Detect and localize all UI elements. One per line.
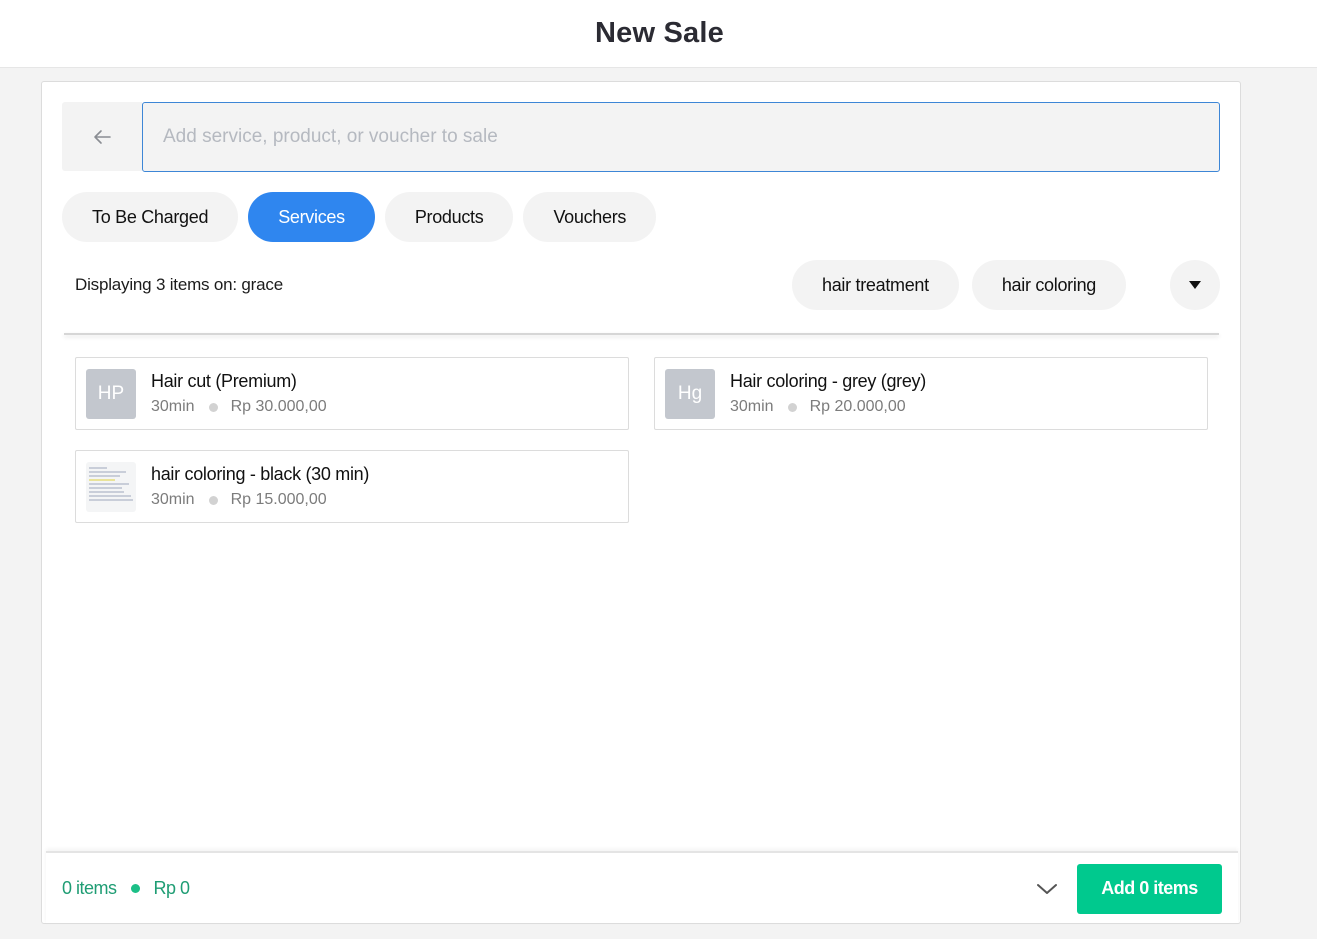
- search-input[interactable]: [142, 102, 1220, 172]
- displaying-count-label: Displaying 3 items on: grace: [75, 275, 283, 294]
- service-thumbnail-image: [86, 461, 136, 512]
- tab-vouchers[interactable]: Vouchers: [523, 192, 657, 242]
- add-items-button[interactable]: Add 0 items: [1077, 863, 1222, 914]
- separator-dot: [787, 402, 797, 412]
- caret-down-icon: [1189, 281, 1201, 289]
- separator-dot: [130, 884, 140, 893]
- service-avatar: Hg: [665, 368, 715, 419]
- service-duration: 30min: [730, 398, 774, 415]
- top-bar: New Sale: [0, 0, 1317, 68]
- more-categories-button[interactable]: [1170, 260, 1220, 310]
- sale-total: Rp 0: [153, 878, 191, 898]
- service-duration: 30min: [151, 398, 195, 415]
- tab-services[interactable]: Services: [248, 192, 375, 242]
- service-avatar: HP: [86, 368, 136, 419]
- divider: [64, 333, 1219, 335]
- filter-row: Displaying 3 items on: grace hair treatm…: [62, 259, 1220, 311]
- tab-products[interactable]: Products: [384, 192, 514, 242]
- service-list: HP Hair cut (Premium) 30min Rp 30.000,00…: [75, 357, 1208, 523]
- service-card[interactable]: HP Hair cut (Premium) 30min Rp 30.000,00: [75, 357, 629, 430]
- service-name: Hair coloring - grey (grey): [730, 371, 926, 391]
- service-price: Rp 20.000,00: [809, 398, 906, 415]
- filter-chips: hair treatment hair coloring: [791, 260, 1220, 310]
- chip-hair-coloring[interactable]: hair coloring: [971, 260, 1126, 310]
- tab-to-be-charged[interactable]: To Be Charged: [62, 192, 239, 242]
- service-name: Hair cut (Premium): [151, 371, 297, 391]
- service-duration: 30min: [151, 491, 195, 508]
- service-card[interactable]: hair coloring - black (30 min) 30min Rp …: [75, 450, 629, 523]
- service-card[interactable]: Hg Hair coloring - grey (grey) 30min Rp …: [654, 357, 1208, 430]
- separator-dot: [208, 402, 218, 412]
- items-count: 0 items: [62, 878, 117, 898]
- service-price: Rp 30.000,00: [230, 398, 327, 415]
- service-name: hair coloring - black (30 min): [151, 464, 370, 484]
- separator-dot: [208, 495, 218, 505]
- sale-summary: 0 items Rp 0: [62, 878, 190, 899]
- new-sale-panel: To Be Charged Services Products Vouchers…: [41, 81, 1241, 924]
- arrow-left-icon: [94, 129, 111, 144]
- back-button[interactable]: [62, 102, 142, 171]
- service-price: Rp 15.000,00: [230, 491, 327, 508]
- expand-summary-button[interactable]: [1035, 877, 1059, 901]
- search-row: [62, 102, 1220, 173]
- page-title: New Sale: [595, 17, 724, 49]
- sale-footer: 0 items Rp 0 Add 0 items: [46, 851, 1238, 924]
- chevron-down-icon: [1037, 883, 1057, 894]
- category-tabs: To Be Charged Services Products Vouchers: [62, 192, 657, 242]
- chip-hair-treatment[interactable]: hair treatment: [791, 260, 959, 310]
